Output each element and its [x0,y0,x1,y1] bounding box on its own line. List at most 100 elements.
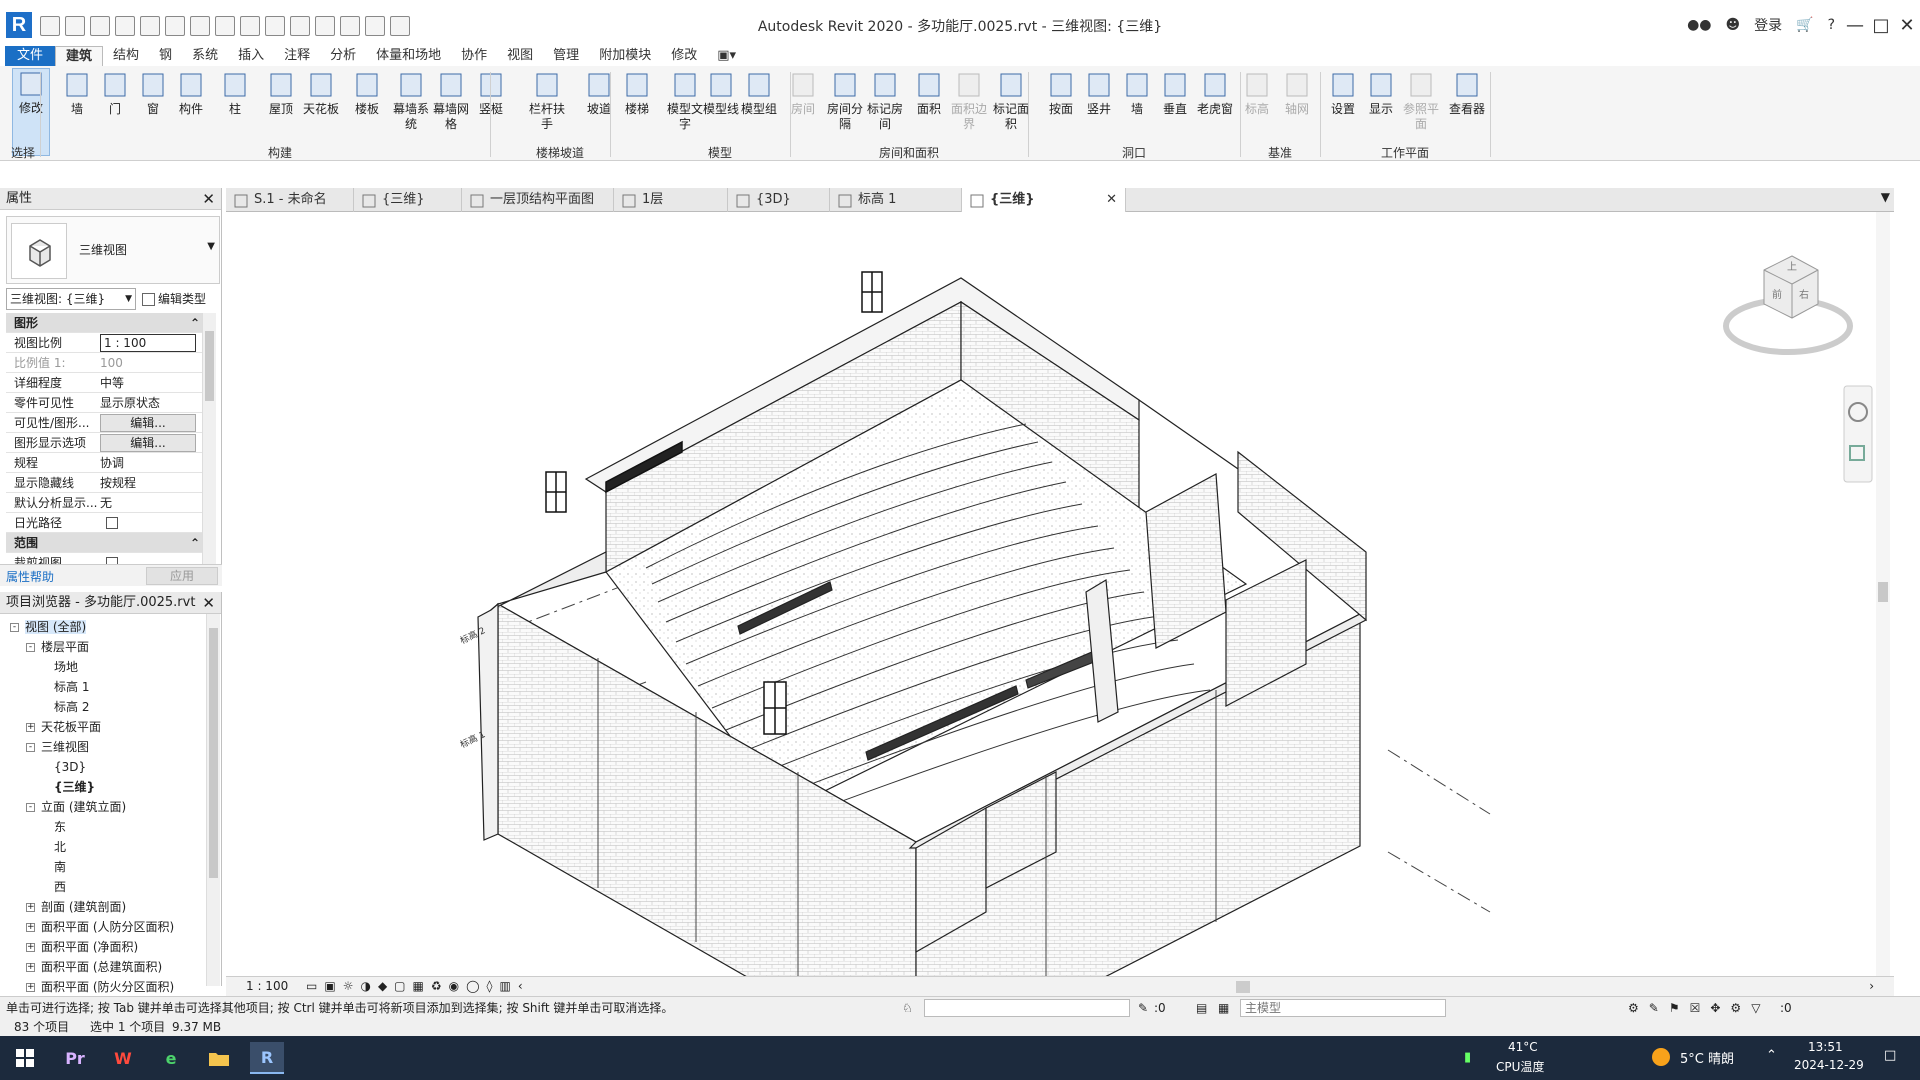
property-row[interactable]: 零件可见性 显示原状态 [6,393,204,413]
clock-date[interactable]: 2024-12-29 [1794,1058,1864,1072]
editable-icon[interactable]: ✎ [1138,997,1148,1019]
tab-analyze[interactable]: 分析 [320,46,366,66]
scroll-right-icon[interactable]: › [1869,979,1874,993]
tool-ramp[interactable]: 坡道 [580,70,618,117]
tab-addins[interactable]: 附加模块 [589,46,661,66]
property-row[interactable]: 规程 协调 [6,453,204,473]
lock-view-icon[interactable]: ♻ [431,979,442,993]
browser-node[interactable]: 北 [42,838,66,856]
reveal-hidden-icon[interactable]: ◯ [466,979,479,993]
weather-text[interactable]: 5°C 晴朗 [1680,1048,1734,1067]
view-tab[interactable]: {3D} [728,188,830,212]
tool-roof[interactable]: 屋顶 [262,70,300,117]
apply-button[interactable]: 应用 [146,567,218,585]
browser-node[interactable]: {3D} [42,758,86,776]
browser-node[interactable]: - 立面 (建筑立面) [26,798,126,816]
show-crop-icon[interactable]: ▦ [413,979,424,993]
browser-node[interactable]: - 三维视图 [26,738,89,756]
property-row[interactable]: 图形显示选项 编辑... [6,433,204,453]
property-row[interactable]: 视图比例 1 : 100 [6,333,204,353]
tool-model-text[interactable]: 模型文字 [666,70,704,132]
browser-node[interactable]: + 面积平面 (人防分区面积) [26,918,174,936]
collapse-icon[interactable]: ⌃ [190,313,200,333]
browser-node[interactable]: 标高 2 [42,698,89,716]
select-links-icon[interactable]: ⚙ [1628,997,1639,1019]
shadows-icon[interactable]: ◑ [360,979,370,993]
edit-type-button[interactable]: 编辑类型 [142,288,206,310]
browser-node[interactable]: 标高 1 [42,678,89,696]
expand-icon[interactable]: + [26,903,35,912]
collapse-icon[interactable]: - [26,743,35,752]
section-graphics[interactable]: 图形 ⌃ [6,313,204,333]
expand-icon[interactable]: + [26,983,35,992]
temp-hide-icon[interactable]: ◉ [449,979,459,993]
tab-steel[interactable]: 钢 [149,46,182,66]
panel-title[interactable]: 房间和面积 [790,144,1028,161]
tray-chevron-icon[interactable]: ⌃ [1766,1048,1777,1063]
revit-app-icon[interactable]: R [250,1042,284,1074]
tool-stair[interactable]: 楼梯 [618,70,656,117]
tool-wall-opening[interactable]: 墙 [1118,70,1156,117]
canvas-scroll-thumb[interactable] [1878,582,1888,602]
close-browser-icon[interactable]: ✕ [202,592,215,614]
select-by-face-icon[interactable]: ☒ [1690,997,1701,1019]
design-option-dropdown[interactable]: 主模型 [1240,999,1446,1017]
ribbon-options-icon[interactable]: ▣▾ [707,46,746,66]
tool-floor[interactable]: 楼板 [348,70,386,117]
workset-icon[interactable]: ♘ [902,997,913,1019]
tool-curtain-grid[interactable]: 幕墙网格 [432,70,470,132]
expand-icon[interactable]: + [26,963,35,972]
render-icon[interactable]: ◆ [378,979,387,993]
tool-level[interactable]: 标高 [1238,70,1276,117]
select-underlay-icon[interactable]: ✎ [1649,997,1659,1019]
help-icon[interactable]: ? [1828,17,1835,33]
tool-ref-plane[interactable]: 参照平面 [1402,70,1440,132]
close-tab-icon[interactable]: ✕ [1106,188,1117,212]
workset-dropdown[interactable] [924,999,1130,1017]
panel-title[interactable]: 选择 [6,144,40,161]
browser-node[interactable]: + 剖面 (建筑剖面) [26,898,126,916]
drawing-area[interactable]: 标高 2 标高 1 上 前 右 [226,212,1894,1076]
panel-title[interactable]: 模型 [650,144,790,161]
panel-title[interactable]: 构建 [70,144,490,161]
tool-mullion[interactable]: 竖梃 [472,70,510,117]
crop-icon[interactable]: ▢ [394,979,405,993]
tab-collaborate[interactable]: 协作 [451,46,497,66]
browser-node[interactable]: - 楼层平面 [26,638,89,656]
property-value[interactable]: 编辑... [100,414,196,432]
tool-by-face[interactable]: 按面 [1042,70,1080,117]
properties-help-link[interactable]: 属性帮助 [6,568,54,585]
property-row[interactable]: 比例值 1: 100 [6,353,204,373]
chevron-down-icon[interactable]: ▼ [207,241,215,252]
view-tab[interactable]: {三维} [354,188,462,212]
browser-node[interactable]: 南 [42,858,66,876]
tool-shaft[interactable]: 竖井 [1080,70,1118,117]
view-instance-selector[interactable]: 三维视图: {三维} ▼ [6,288,136,310]
view-tab[interactable]: 1层 [614,188,728,212]
close-icon[interactable]: ✕ [1894,15,1920,36]
tab-architecture[interactable]: 建筑 [55,46,104,66]
windows-start-icon[interactable] [8,1042,42,1074]
collapse-icon[interactable]: ⌃ [190,533,200,553]
view-scale[interactable]: 1 : 100 [246,979,288,993]
view-tab[interactable]: S.1 - 未命名 [226,188,354,212]
sun-path-icon[interactable]: ☼ [343,979,354,993]
tool-cursor[interactable]: 修改 [12,68,50,156]
browser-scrollbar[interactable] [206,614,220,986]
tool-set-plane[interactable]: 设置 [1324,70,1362,117]
view-cube[interactable]: 上 前 右 [1723,255,1853,355]
property-row[interactable]: 显示隐藏线 按规程 [6,473,204,493]
browser-node[interactable]: + 天花板平面 [26,718,101,736]
browser-node[interactable]: 东 [42,818,66,836]
expand-icon[interactable]: + [26,943,35,952]
collapse-icon[interactable]: - [26,643,35,652]
panel-title[interactable]: 工作平面 [1320,144,1490,161]
select-pinned-icon[interactable]: ⚑ [1669,997,1680,1019]
tool-railing[interactable]: 栏杆扶手 [528,70,566,132]
user-icon[interactable]: ☻ [1726,17,1741,33]
panel-title[interactable]: 基准 [1240,144,1320,161]
tool-column[interactable]: 柱 [216,70,254,117]
tab-manage[interactable]: 管理 [543,46,589,66]
tool-wall[interactable]: 墙 [58,70,96,117]
tab-modify[interactable]: 修改 [661,46,707,66]
